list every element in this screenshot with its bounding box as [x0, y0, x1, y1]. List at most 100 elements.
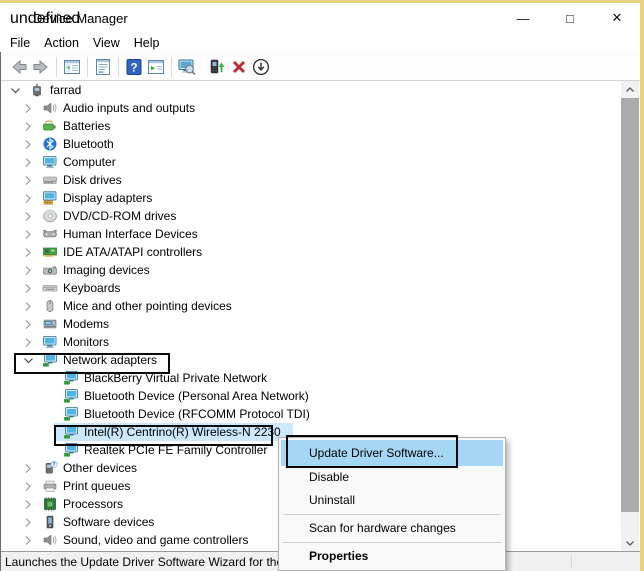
context-menu-item-uninstall[interactable]: Uninstall — [279, 489, 505, 512]
context-menu-item-update-driver-software[interactable]: Update Driver Software... — [281, 440, 503, 466]
minimize-button[interactable]: — — [514, 11, 532, 26]
network-adapter-icon — [42, 352, 58, 368]
chevron-right-icon[interactable] — [20, 477, 36, 495]
action-pane-icon[interactable] — [145, 56, 167, 78]
tree-item-label[interactable]: Disk drives — [63, 173, 122, 187]
chevron-right-icon[interactable] — [20, 225, 36, 243]
tree-item[interactable]: Imaging devices — [1, 261, 621, 279]
tree-item[interactable]: Computer — [1, 153, 621, 171]
tree-item-label[interactable]: Computer — [63, 155, 116, 169]
context-menu-item-disable[interactable]: Disable — [279, 466, 505, 489]
chevron-right-icon[interactable] — [20, 171, 36, 189]
tree-item-label[interactable]: Bluetooth — [63, 137, 114, 151]
close-button[interactable]: ✕ — [608, 10, 626, 26]
update-driver-icon[interactable] — [206, 56, 228, 78]
tree-item-label[interactable]: Monitors — [63, 335, 109, 349]
tree-item-label[interactable]: Bluetooth Device (Personal Area Network) — [84, 389, 309, 403]
disc-drive-icon — [42, 208, 58, 224]
tree-item[interactable]: Mice and other pointing devices — [1, 297, 621, 315]
tree-item-label[interactable]: farrad — [50, 83, 81, 97]
tree-item[interactable]: Display adapters — [1, 189, 621, 207]
chevron-right-icon[interactable] — [20, 513, 36, 531]
tree-item-label[interactable]: Processors — [63, 497, 123, 511]
tree-item[interactable]: Audio inputs and outputs — [1, 99, 621, 117]
chevron-right-icon[interactable] — [20, 531, 36, 549]
tree-item-label[interactable]: Display adapters — [63, 191, 152, 205]
chevron-right-icon[interactable] — [20, 207, 36, 225]
tree-item[interactable]: Human Interface Devices — [1, 225, 621, 243]
tree-item[interactable]: Disk drives — [1, 171, 621, 189]
tree-item-label[interactable]: Bluetooth Device (RFCOMM Protocol TDI) — [84, 407, 310, 421]
chevron-right-icon[interactable] — [20, 189, 36, 207]
tree-item[interactable]: DVD/CD-ROM drives — [1, 207, 621, 225]
chevron-right-icon[interactable] — [20, 243, 36, 261]
chevron-right-icon[interactable] — [20, 279, 36, 297]
tree-item-label[interactable]: Batteries — [63, 119, 110, 133]
device-manager-icon[interactable]: undefined — [10, 10, 26, 26]
chevron-right-icon[interactable] — [20, 135, 36, 153]
tree-item-label[interactable]: Intel(R) Centrino(R) Wireless-N 2230 — [84, 425, 281, 439]
chevron-right-icon[interactable] — [20, 315, 36, 333]
tree-item-label[interactable]: Software devices — [63, 515, 154, 529]
tree-item-label[interactable]: BlackBerry Virtual Private Network — [84, 371, 267, 385]
chevron-right-icon[interactable] — [20, 261, 36, 279]
chevron-down-icon[interactable] — [7, 81, 23, 99]
scroll-down-button[interactable] — [621, 534, 639, 551]
context-menu: Update Driver Software...DisableUninstal… — [278, 437, 506, 571]
chevron-right-icon[interactable] — [20, 117, 36, 135]
tree-item[interactable]: Bluetooth Device (Personal Area Network) — [1, 387, 621, 405]
scrollbar-thumb[interactable] — [621, 98, 639, 512]
tree-item-label[interactable]: Realtek PCIe FE Family Controller — [84, 443, 267, 457]
monitor-icon — [42, 154, 58, 170]
vertical-scrollbar[interactable] — [621, 81, 639, 551]
tree-item[interactable]: BlackBerry Virtual Private Network — [1, 369, 621, 387]
tree-item-label[interactable]: Sound, video and game controllers — [63, 533, 248, 547]
disable-icon[interactable] — [250, 56, 272, 78]
chevron-right-icon[interactable] — [20, 297, 36, 315]
tree-item-label[interactable]: Modems — [63, 317, 109, 331]
properties-icon[interactable] — [92, 56, 114, 78]
tree-item-label[interactable]: DVD/CD-ROM drives — [63, 209, 176, 223]
tree-item[interactable]: Bluetooth Device (RFCOMM Protocol TDI) — [1, 405, 621, 423]
chevron-right-icon[interactable] — [20, 99, 36, 117]
tree-item[interactable]: Monitors — [1, 333, 621, 351]
context-menu-item-properties[interactable]: Properties — [279, 545, 505, 568]
tree-item-label[interactable]: IDE ATA/ATAPI controllers — [63, 245, 202, 259]
tree-item[interactable]: farrad — [1, 81, 621, 99]
tree-item-label[interactable]: Imaging devices — [63, 263, 150, 277]
tree-item-label[interactable]: Print queues — [63, 479, 130, 493]
chevron-right-icon[interactable] — [20, 333, 36, 351]
menu-view[interactable]: View — [86, 34, 127, 52]
tree-item[interactable]: Bluetooth — [1, 135, 621, 153]
tree-item[interactable]: IDE ATA/ATAPI controllers — [1, 243, 621, 261]
tree-item[interactable]: Keyboards — [1, 279, 621, 297]
scan-hardware-icon[interactable] — [176, 56, 198, 78]
tree-item[interactable]: Modems — [1, 315, 621, 333]
scroll-up-button[interactable] — [621, 81, 639, 98]
chevron-right-icon[interactable] — [20, 495, 36, 513]
svg-text:?: ? — [130, 62, 137, 74]
bluetooth-icon — [42, 136, 58, 152]
menu-file[interactable]: File — [3, 34, 37, 52]
tree-item-label[interactable]: Audio inputs and outputs — [63, 101, 195, 115]
tree-item-label[interactable]: Human Interface Devices — [63, 227, 198, 241]
tree-item[interactable]: Network adapters — [1, 351, 621, 369]
tree-item[interactable]: Batteries — [1, 117, 621, 135]
chevron-right-icon[interactable] — [20, 153, 36, 171]
tree-item-label[interactable]: Keyboards — [63, 281, 120, 295]
context-menu-item-scan-for-hardware-changes[interactable]: Scan for hardware changes — [279, 517, 505, 540]
console-tree-icon[interactable] — [61, 56, 83, 78]
tree-item-label[interactable]: Mice and other pointing devices — [63, 299, 232, 313]
tree-item-label[interactable]: Other devices — [63, 461, 137, 475]
tree-item-label[interactable]: Network adapters — [63, 353, 157, 367]
chevron-down-icon[interactable] — [20, 351, 36, 369]
menu-help[interactable]: Help — [127, 34, 167, 52]
help-icon[interactable]: ? — [123, 56, 145, 78]
forward-icon[interactable] — [30, 56, 52, 78]
uninstall-icon[interactable] — [228, 56, 250, 78]
menu-action[interactable]: Action — [37, 34, 86, 52]
chevron-right-icon[interactable] — [20, 459, 36, 477]
maximize-button[interactable]: □ — [561, 11, 579, 26]
back-icon[interactable] — [8, 56, 30, 78]
toolbar-separator — [118, 57, 119, 77]
